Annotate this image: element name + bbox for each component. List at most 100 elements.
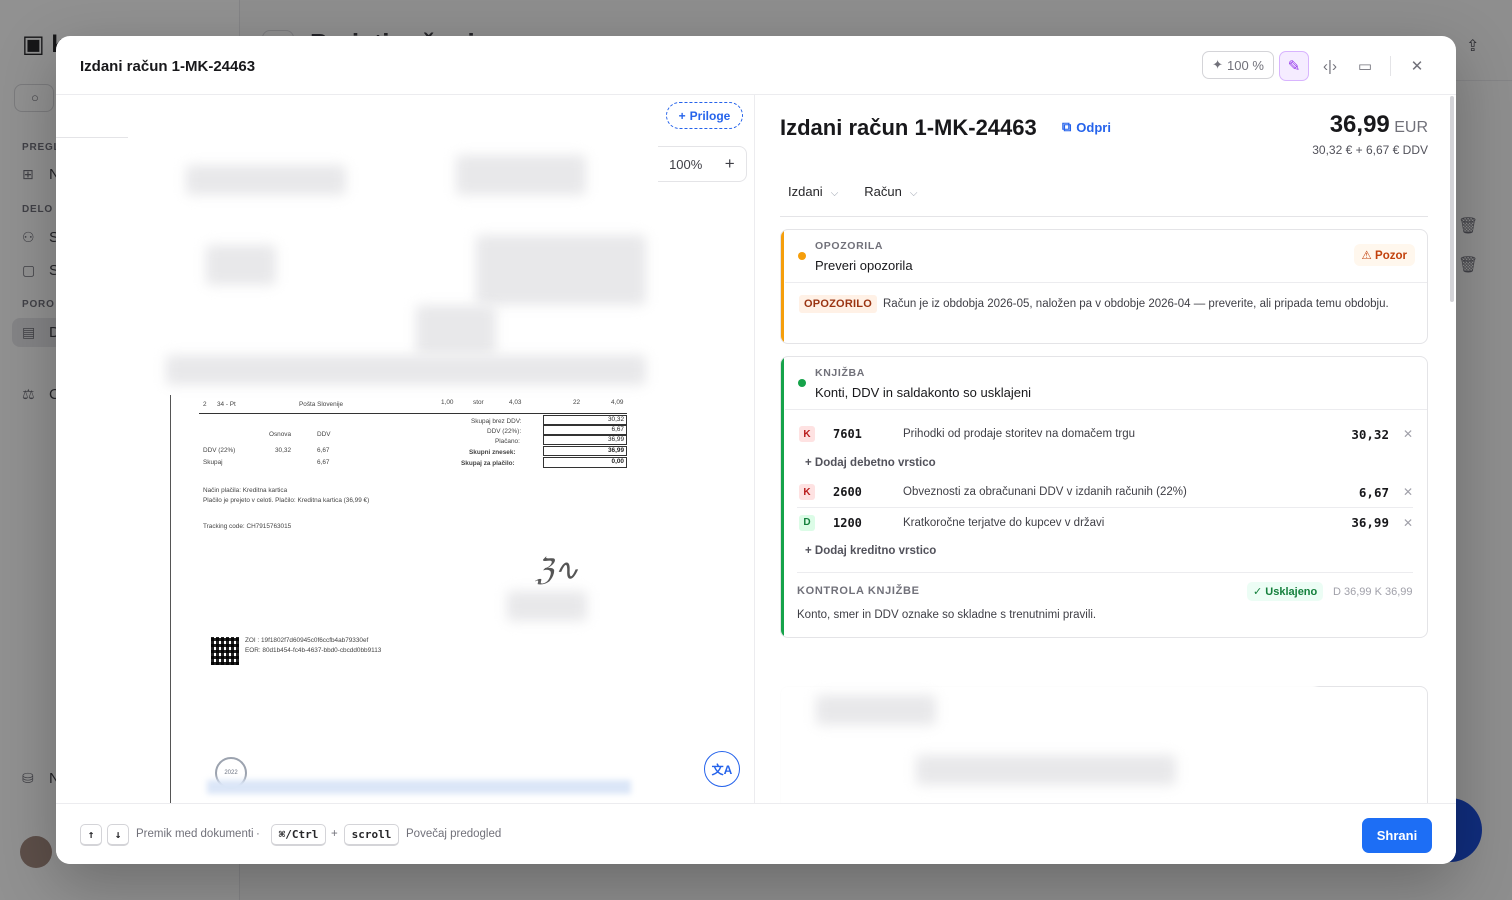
split-view-button[interactable]: ‹|›: [1315, 51, 1345, 81]
doc-vat-header: Osnova: [269, 431, 292, 438]
zoom-value: 100%: [669, 156, 703, 172]
doc-total-label: Plačano:: [495, 438, 520, 445]
key-down: ↓: [107, 824, 129, 846]
signature-image: ℨ∿: [535, 553, 579, 588]
remove-row-icon[interactable]: ✕: [1389, 485, 1413, 499]
folder-button[interactable]: ▭: [1350, 51, 1380, 81]
side-badge: K: [799, 426, 815, 442]
add-debit-line-button[interactable]: + Dodaj debetno vrstico: [805, 457, 936, 469]
plus-icon: +: [678, 108, 686, 123]
zoom-hint: Povečaj predogled: [406, 828, 502, 840]
doc-vat-cell: 6,67: [317, 447, 330, 454]
booking-check-kicker: KONTROLA KNJIŽBE: [797, 585, 920, 597]
key-up: ↑: [80, 824, 102, 846]
doc-item-code: 34 - Pt: [217, 401, 236, 408]
card-kicker: OPOZORILA: [815, 240, 884, 252]
open-link[interactable]: ⧉ Odpri: [1062, 119, 1111, 135]
doc-total-value: 6,67: [543, 425, 627, 435]
save-button[interactable]: Shrani: [1362, 818, 1432, 853]
close-icon: ✕: [1410, 58, 1424, 75]
modal-footer: ↑ ↓ Premik med dokumenti · ⌘/Ctrl + scro…: [56, 803, 1456, 864]
doc-total-value: 36,99: [543, 446, 627, 456]
booking-row[interactable]: K 2600 Obveznosti za obračunani DDV v iz…: [797, 477, 1413, 507]
plus-sign: +: [331, 828, 338, 840]
blurred-region: [207, 780, 631, 794]
note-icon: ✎: [1287, 58, 1301, 75]
doc-payment-method: Način plačila: Kreditna kartica: [203, 487, 288, 494]
doc-total-value: 36,99: [543, 435, 627, 445]
account-description: Obveznosti za obračunani DDV v izdanih r…: [903, 486, 1187, 498]
translate-icon: 文A: [711, 762, 733, 777]
status-dot: [798, 379, 806, 387]
warning-tag: OPOZORILO: [799, 295, 877, 313]
doc-vat-cell: Skupaj: [203, 459, 223, 466]
booking-row[interactable]: K 7601 Prihodki od prodaje storitev na d…: [797, 419, 1413, 449]
doc-payment-note: Plačilo je prejeto v celoti. Plačilo: Kr…: [203, 497, 370, 504]
side-badge: K: [799, 484, 815, 500]
warning-badge: ⚠ Pozor: [1353, 244, 1415, 266]
chevron-down-icon: ⌵: [909, 188, 918, 199]
invoice-modal: Izdani račun 1-MK-24463 ✦ 100 % ✎ ‹|› ▭ …: [56, 36, 1456, 864]
scrollbar-thumb[interactable]: [1450, 96, 1454, 302]
doc-vat-header: DDV: [317, 431, 331, 438]
status-bar: [781, 230, 784, 343]
blurred-region: [456, 155, 586, 195]
blurred-region: [507, 591, 587, 621]
note-toggle-button[interactable]: ✎: [1279, 51, 1309, 81]
card-heading: Preveri opozorila: [815, 258, 913, 273]
status-bar: [781, 357, 784, 637]
card-kicker: KNJIŽBA: [815, 367, 865, 379]
remove-row-icon[interactable]: ✕: [1389, 427, 1413, 441]
doc-total-label: Skupni znesek:: [469, 449, 516, 456]
type-select[interactable]: Račun ⌵: [864, 184, 917, 199]
doc-total-label: Skupaj brez DDV:: [471, 418, 522, 425]
invoice-amount: 36,99 EUR 30,32 € + 6,67 € DDV: [1312, 111, 1428, 157]
amount-currency: EUR: [1394, 119, 1428, 136]
account-number[interactable]: 1200: [833, 516, 903, 530]
doc-item-qty: 1,00: [441, 399, 454, 406]
close-button[interactable]: ✕: [1402, 51, 1432, 81]
divider: [797, 572, 1413, 573]
doc-vat-cell: DDV (22%): [203, 447, 236, 454]
divider: [785, 282, 1427, 283]
doc-vat-cell: 6,67: [317, 459, 330, 466]
external-link-icon: ⧉: [1062, 119, 1072, 134]
doc-total-label: Skupaj za plačilo:: [461, 460, 515, 467]
key-scroll: scroll: [344, 824, 399, 846]
zoom-in-button[interactable]: +: [713, 154, 746, 174]
remove-row-icon[interactable]: ✕: [1389, 516, 1413, 530]
blurred-region: [206, 245, 276, 285]
balanced-badge: ✓ Usklajeno: [1247, 582, 1324, 601]
doc-item-unit: stor: [473, 399, 484, 406]
row-amount[interactable]: 36,99: [1309, 515, 1389, 530]
doc-tracking-code: Tracking code: CH7915763015: [203, 523, 292, 530]
divider: [780, 216, 1428, 217]
account-number[interactable]: 7601: [833, 427, 903, 441]
doc-item-total: 4,09: [611, 399, 624, 406]
code-icon: ‹|›: [1323, 57, 1337, 75]
attachments-button[interactable]: + Priloge: [666, 102, 743, 129]
booking-check-text: Konto, smer in DDV oznake so skladne s t…: [797, 609, 1097, 621]
ai-zoom-chip[interactable]: ✦ 100 %: [1202, 51, 1274, 79]
invoice-title: Izdani račun 1-MK-24463: [780, 115, 1037, 140]
doc-item-price: 4,03: [509, 399, 522, 406]
divider: [1390, 56, 1391, 76]
account-number[interactable]: 2600: [833, 485, 903, 499]
account-description: Prihodki od prodaje storitev na domačem …: [903, 428, 1136, 440]
row-amount[interactable]: 6,67: [1309, 485, 1389, 500]
row-amount[interactable]: 30,32: [1309, 427, 1389, 442]
translate-button[interactable]: 文A: [704, 751, 740, 787]
direction-select[interactable]: Izdani ⌵: [788, 184, 838, 199]
modal-header: Izdani račun 1-MK-24463 ✦ 100 % ✎ ‹|› ▭ …: [56, 36, 1456, 95]
add-credit-line-button[interactable]: + Dodaj kreditno vrstico: [805, 545, 936, 557]
doc-vat-cell: 30,32: [275, 447, 291, 454]
booking-row[interactable]: D 1200 Kratkoročne terjatve do kupcev v …: [797, 507, 1413, 537]
document-preview[interactable]: + Priloge 100% + 2 34 - Pt Pošta Sloveni…: [56, 95, 755, 803]
details-scrollbar[interactable]: [1448, 96, 1456, 804]
sparkle-icon: ✦: [1212, 57, 1224, 72]
separator-dot: ·: [256, 828, 260, 840]
status-dot: [798, 252, 806, 260]
booking-card: KNJIŽBA Konti, DDV in saldakonto so uskl…: [780, 356, 1428, 638]
folder-icon: ▭: [1357, 58, 1373, 75]
zoom-control: 100% +: [658, 146, 747, 182]
